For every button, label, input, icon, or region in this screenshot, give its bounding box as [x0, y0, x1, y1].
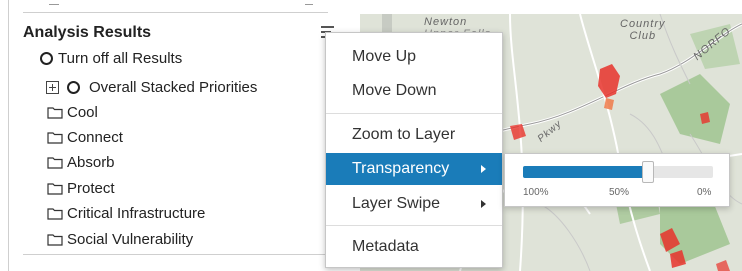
menu-item-zoom-to-layer[interactable]: Zoom to Layer [326, 119, 502, 151]
folder-icon [47, 183, 63, 195]
tree-item-absorb[interactable]: Absorb [47, 154, 115, 171]
map-label-country-club: Country Club [620, 18, 666, 42]
menu-separator [326, 113, 502, 114]
tree-item-cool[interactable]: Cool [47, 104, 98, 121]
transparency-slider[interactable] [523, 161, 713, 183]
tree-item-turn-off-all-results[interactable]: Turn off all Results [40, 50, 182, 67]
menu-item-label: Zoom to Layer [352, 126, 456, 143]
menu-item-label: Layer Swipe [352, 195, 441, 212]
expand-plus-icon[interactable] [46, 81, 59, 94]
tree-item-connect[interactable]: Connect [47, 129, 123, 146]
menu-item-move-up[interactable]: Move Up [326, 41, 502, 73]
layer-context-menu: Move Up Move Down Zoom to Layer Transpar… [325, 32, 503, 268]
radio-icon[interactable] [67, 81, 80, 94]
folder-icon [47, 132, 63, 144]
tree-item-social-vulnerability[interactable]: Social Vulnerability [47, 231, 193, 248]
tree-item-label: Overall Stacked Priorities [89, 79, 258, 96]
tree-item-label: Protect [67, 180, 115, 197]
folder-icon [47, 107, 63, 119]
tree-item-label: Turn off all Results [58, 50, 183, 67]
divider [23, 12, 328, 13]
tree-item-label: Absorb [67, 154, 115, 171]
map-label-club: Club [629, 30, 657, 42]
menu-item-label: Move Up [352, 48, 417, 65]
radio-icon[interactable] [40, 52, 53, 65]
menu-item-layer-swipe[interactable]: Layer Swipe [326, 188, 502, 220]
slider-label-50: 50% [609, 187, 630, 198]
folder-icon [47, 208, 63, 220]
analysis-results-panel: Analysis Results Turn off all Results Ov… [8, 0, 338, 271]
slider-handle[interactable] [642, 161, 655, 183]
tree-item-label: Critical Infrastructure [67, 205, 206, 222]
map-label-country: Country [620, 18, 666, 30]
slider-label-100: 100% [523, 187, 549, 198]
transparency-flyout: 100% 50% 0% [504, 153, 730, 207]
menu-separator [326, 225, 502, 226]
menu-item-move-down[interactable]: Move Down [326, 75, 502, 107]
slider-fill [523, 166, 649, 178]
tree-item-label: Cool [67, 104, 98, 121]
tree-item-protect[interactable]: Protect [47, 180, 115, 197]
submenu-arrow-icon [481, 200, 486, 208]
tree-item-label: Connect [67, 129, 123, 146]
divider [49, 4, 59, 5]
page: Newton Upper Falls Country Club NORFO Pk… [0, 0, 742, 271]
map-label-newton: Newton [424, 16, 468, 28]
slider-label-0: 0% [697, 187, 712, 198]
tree-item-overall-stacked-priorities[interactable]: Overall Stacked Priorities [46, 79, 257, 96]
divider [23, 254, 328, 255]
menu-item-metadata[interactable]: Metadata [326, 231, 502, 263]
folder-icon [47, 157, 63, 169]
menu-item-label: Metadata [352, 238, 419, 255]
submenu-arrow-icon [481, 165, 486, 173]
tree-item-label: Social Vulnerability [67, 231, 194, 248]
menu-item-label: Move Down [352, 82, 437, 99]
menu-item-transparency[interactable]: Transparency [326, 153, 502, 185]
folder-icon [47, 234, 63, 246]
tree-item-critical-infrastructure[interactable]: Critical Infrastructure [47, 205, 205, 222]
menu-item-label: Transparency [352, 160, 450, 177]
panel-title: Analysis Results [23, 24, 152, 41]
divider [305, 4, 313, 5]
